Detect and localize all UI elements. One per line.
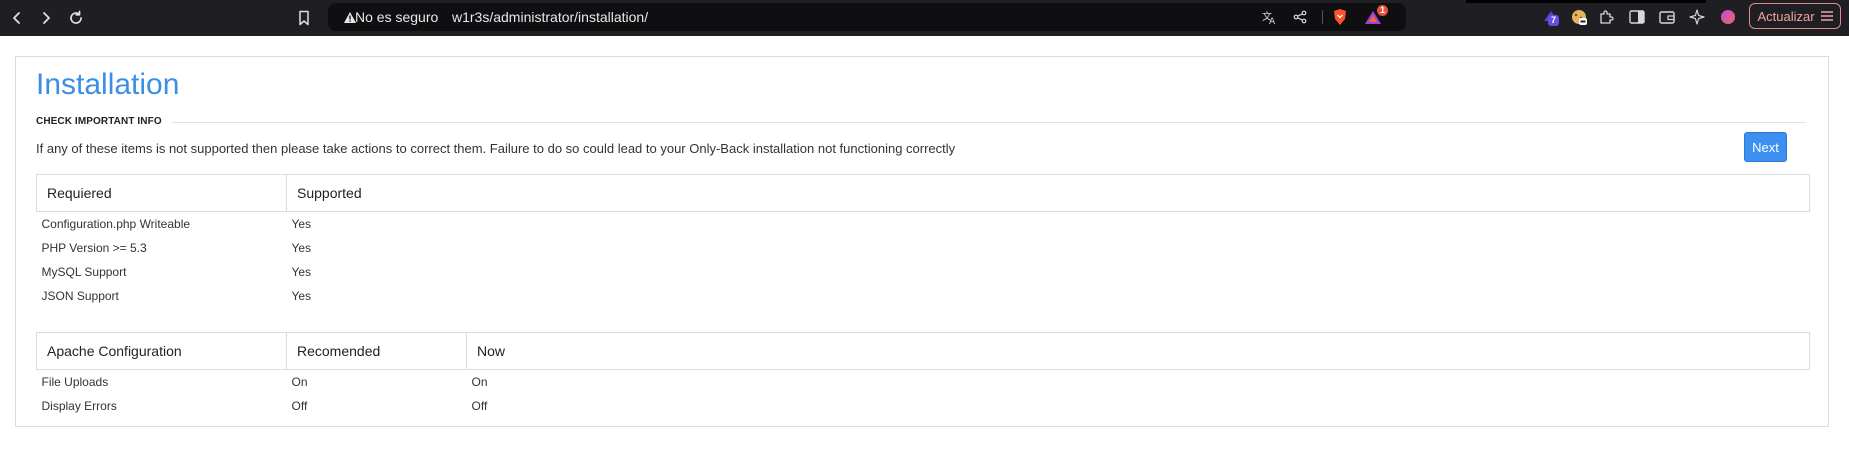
setting-recommended: On xyxy=(291,375,308,389)
update-button[interactable]: Actualizar xyxy=(1749,3,1841,29)
translate-icon[interactable]: 文A xyxy=(1261,8,1279,26)
column-header: Now xyxy=(466,332,1810,370)
requirement-name: JSON Support xyxy=(41,289,119,303)
brave-shield-icon[interactable] xyxy=(1331,8,1349,26)
chevron-right-icon xyxy=(43,12,50,24)
setting-recommended: Off xyxy=(291,399,308,413)
wallet-icon[interactable] xyxy=(1657,7,1677,27)
column-header: Supported xyxy=(286,174,1810,212)
column-header: Recomended xyxy=(286,332,467,370)
tab-strip-edge xyxy=(1466,0,1706,3)
requirements-table: Requiered Supported Configuration.php Wr… xyxy=(36,174,1810,308)
table-header-row: Apache Configuration Recomended Now xyxy=(36,332,1810,370)
address-bar[interactable]: No es seguro w1r3s/administrator/install… xyxy=(328,3,1406,31)
profile-avatar-icon[interactable] xyxy=(1718,7,1738,27)
requirement-status: Yes xyxy=(291,241,312,255)
table-header-row: Requiered Supported xyxy=(36,174,1810,212)
table-row: Configuration.php Writeable Yes xyxy=(37,212,1810,237)
setting-current: On xyxy=(471,375,488,389)
apache-config-table: Apache Configuration Recomended Now File… xyxy=(36,332,1810,418)
column-header: Requiered xyxy=(36,174,287,212)
forward-button[interactable] xyxy=(34,6,58,30)
section-divider xyxy=(36,122,1806,123)
svg-text:A: A xyxy=(1269,17,1276,25)
share-icon[interactable] xyxy=(1291,8,1309,26)
section-title: CHECK IMPORTANT INFO xyxy=(36,116,172,128)
table-row: JSON Support Yes xyxy=(37,284,1810,308)
bookmark-icon xyxy=(299,10,309,26)
setting-name: Display Errors xyxy=(41,399,117,413)
table-row: PHP Version >= 5.3 Yes xyxy=(37,236,1810,260)
requirement-name: Configuration.php Writeable xyxy=(41,217,191,231)
table-row: Display Errors Off Off xyxy=(37,394,1810,418)
bookmark-button[interactable] xyxy=(292,6,316,30)
hamburger-icon xyxy=(1820,11,1833,21)
requirement-status: Yes xyxy=(291,217,312,231)
page-title: Installation xyxy=(36,68,180,101)
reload-button[interactable] xyxy=(64,6,88,30)
security-status-label[interactable]: No es seguro xyxy=(355,9,438,25)
setting-name: File Uploads xyxy=(41,375,109,389)
extension-count-badge: 7 xyxy=(1548,15,1560,26)
table-row: File Uploads On On xyxy=(37,370,1810,395)
url-text[interactable]: w1r3s/administrator/installation/ xyxy=(452,9,648,25)
column-header: Apache Configuration xyxy=(36,332,287,370)
requirement-status: Yes xyxy=(291,289,312,303)
chevron-left-icon xyxy=(13,12,20,24)
back-button[interactable] xyxy=(5,6,29,30)
update-label: Actualizar xyxy=(1757,8,1815,24)
notification-badge: 1 xyxy=(1377,5,1389,16)
cookie-extension-icon[interactable] xyxy=(1569,7,1589,27)
installation-panel: Installation CHECK IMPORTANT INFO If any… xyxy=(15,56,1829,427)
urlbar-divider xyxy=(1322,10,1323,24)
sidebar-icon[interactable] xyxy=(1627,7,1647,27)
requirement-name: MySQL Support xyxy=(41,265,127,279)
requirement-status: Yes xyxy=(291,265,312,279)
table-row: MySQL Support Yes xyxy=(37,260,1810,284)
requirement-name: PHP Version >= 5.3 xyxy=(41,241,147,255)
info-text: If any of these items is not supported t… xyxy=(36,141,956,156)
browser-toolbar: No es seguro w1r3s/administrator/install… xyxy=(0,0,1849,36)
reload-icon xyxy=(70,10,82,24)
setting-current: Off xyxy=(471,399,488,413)
next-button[interactable]: Next xyxy=(1744,132,1787,162)
puzzle-icon[interactable] xyxy=(1596,7,1616,27)
leo-ai-icon[interactable] xyxy=(1687,7,1707,27)
